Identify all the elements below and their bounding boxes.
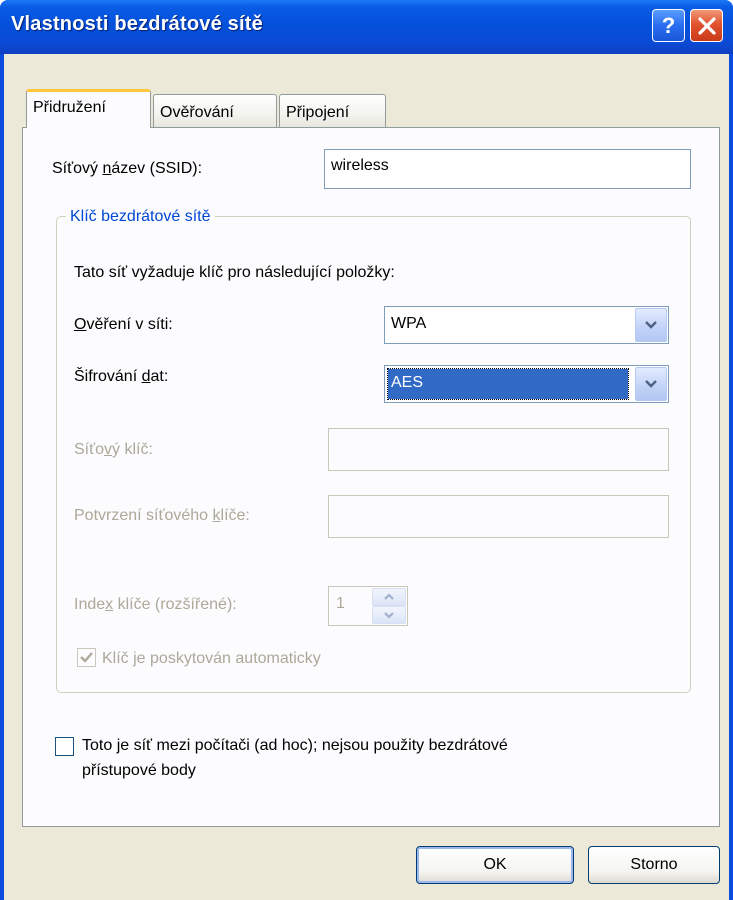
tab-label: Ověřování: [160, 104, 234, 121]
tab-overovani[interactable]: Ověřování: [153, 94, 277, 128]
confirm-key-label: Potvrzení síťového klíče:: [74, 507, 250, 524]
auth-dropdown[interactable]: WPA: [384, 306, 669, 344]
auth-value: WPA: [391, 315, 427, 332]
help-icon: ?: [661, 12, 676, 38]
chevron-up-icon[interactable]: [372, 588, 406, 606]
encryption-label: Šifrování dat:: [74, 368, 169, 385]
ssid-value: wireless: [331, 157, 389, 174]
ssid-input[interactable]: wireless: [324, 149, 691, 189]
group-legend: Klíč bezdrátové sítě: [66, 208, 215, 226]
ssid-label: Síťový název (SSID):: [52, 160, 203, 177]
title-bar[interactable]: Vlastnosti bezdrátové sítě ?: [0, 0, 733, 54]
encryption-dropdown[interactable]: AES: [384, 365, 669, 403]
network-key-input[interactable]: [328, 428, 669, 471]
encryption-value: AES: [387, 368, 629, 400]
auto-key-checkbox[interactable]: [77, 648, 96, 667]
adhoc-label-line1: Toto je síť mezi počítači (ad hoc); nejs…: [82, 737, 508, 754]
key-info-text: Tato síť vyžaduje klíč pro následující p…: [74, 264, 395, 281]
close-icon: [697, 16, 716, 35]
tab-pridruzeni[interactable]: Přidružení: [26, 89, 151, 128]
chevron-down-icon[interactable]: [635, 308, 667, 342]
chevron-down-icon[interactable]: [635, 367, 667, 401]
tab-label: Připojení: [286, 104, 350, 121]
adhoc-checkbox[interactable]: [55, 737, 74, 756]
chevron-down-icon[interactable]: [372, 606, 406, 624]
ok-button[interactable]: OK: [416, 846, 574, 884]
cancel-button[interactable]: Storno: [588, 846, 720, 884]
checkmark-icon: [80, 652, 93, 663]
tab-pripojeni[interactable]: Připojení: [279, 94, 386, 128]
auto-key-label: Klíč je poskytován automaticky: [102, 650, 321, 667]
confirm-key-input[interactable]: [328, 495, 669, 538]
key-index-spinner[interactable]: 1: [328, 586, 408, 626]
key-index-value: 1: [336, 595, 345, 612]
help-button[interactable]: ?: [652, 9, 685, 42]
dialog-window: Vlastnosti bezdrátové sítě ? Přidružení …: [0, 0, 733, 900]
network-key-label: Síťový klíč:: [74, 441, 153, 458]
tab-label: Přidružení: [33, 99, 106, 116]
close-button[interactable]: [690, 9, 723, 42]
auth-label: Ověření v síti:: [74, 316, 173, 333]
window-title: Vlastnosti bezdrátové sítě: [11, 13, 263, 35]
key-index-label: Index klíče (rozšířené):: [74, 596, 237, 613]
adhoc-label-line2: přístupové body: [82, 762, 196, 779]
